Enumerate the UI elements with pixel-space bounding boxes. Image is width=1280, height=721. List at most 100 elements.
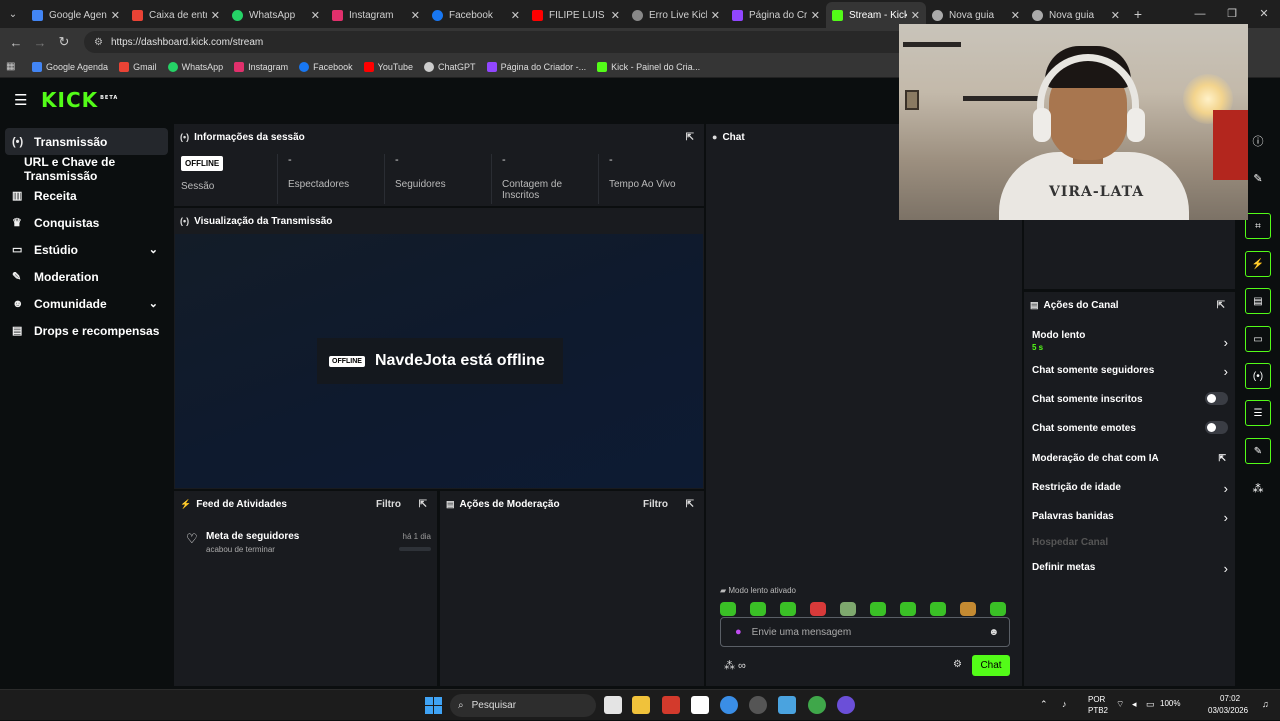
forward-icon[interactable]: → [28, 35, 52, 50]
emote-icon[interactable] [750, 602, 766, 616]
info-icon[interactable]: ⓘ [1245, 131, 1271, 151]
app-icon[interactable] [662, 696, 680, 714]
hamburger-menu-icon[interactable]: ☰ [14, 91, 30, 109]
assistant-icon[interactable] [837, 696, 855, 714]
sidebar-item-comunidade[interactable]: ☻ Comunidade ⌄ [0, 290, 170, 317]
moderation-button[interactable]: ☰ [1245, 400, 1271, 426]
chevron-up-icon[interactable]: ⌃ [1040, 699, 1048, 710]
broadcast-button[interactable]: (•) [1245, 363, 1271, 389]
bookmark-google-agenda[interactable]: Google Agenda [32, 61, 108, 72]
chrome-profile-icon[interactable] [808, 696, 826, 714]
banned-words-row[interactable]: Palavras banidas › [1032, 510, 1228, 525]
close-tab-icon[interactable]: ✕ [811, 9, 820, 22]
tab-search-menu-icon[interactable]: ⌄ [0, 0, 26, 28]
document-button[interactable]: ▤ [1245, 288, 1271, 314]
chat-message-input[interactable]: ● Envie uma mensagem ☻ [720, 617, 1010, 647]
gear-icon[interactable]: ⚙ [953, 659, 962, 670]
notion-icon[interactable] [691, 696, 709, 714]
close-tab-icon[interactable]: ✕ [511, 9, 520, 22]
sidebar-item-url-chave[interactable]: URL e Chave de Transmissão [0, 155, 170, 183]
sidebar-item-moderation[interactable]: ✎ Moderation [0, 263, 170, 290]
back-icon[interactable]: ← [4, 35, 28, 50]
tab-erro-live-kick[interactable]: Erro Live Kick ✕ [626, 2, 726, 28]
new-tab-button[interactable]: + [1126, 6, 1150, 22]
bookmark-youtube[interactable]: YouTube [363, 61, 413, 72]
close-tab-icon[interactable]: ✕ [1011, 9, 1020, 22]
emote-icon[interactable] [840, 602, 856, 616]
bookmark-kick-painel[interactable]: Kick - Painel do Cria... [597, 61, 700, 72]
kick-logo[interactable]: KICK BETA [41, 88, 118, 112]
kick-points-icon[interactable]: ⁂ ∞ [724, 659, 746, 672]
emote-icon[interactable] [780, 602, 796, 616]
obs-icon[interactable] [749, 696, 767, 714]
video-preview[interactable]: OFFLINE NavdeJota está offline [175, 234, 703, 488]
clip-button[interactable]: ⌗ [1245, 213, 1271, 239]
filter-button[interactable]: Filtro [643, 499, 668, 510]
send-chat-button[interactable]: Chat [972, 655, 1010, 676]
microphone-icon[interactable]: ● [735, 626, 742, 638]
popout-icon[interactable]: ⇱ [1217, 300, 1225, 311]
tab-caixa-entrada[interactable]: Caixa de entrada✕ [126, 2, 226, 28]
battery-icon[interactable]: ▭ [1146, 699, 1155, 710]
tab-youtube-video[interactable]: FILIPE LUÍS FO✕ [526, 2, 626, 28]
lightning-button[interactable]: ⚡ [1245, 251, 1271, 277]
site-info-icon[interactable]: ⚙ [94, 37, 103, 48]
filter-button[interactable]: Filtro [376, 499, 401, 510]
bookmark-chatgpt[interactable]: ChatGPT [424, 61, 476, 72]
close-tab-icon[interactable]: ✕ [911, 9, 920, 22]
emote-icon[interactable] [720, 602, 736, 616]
wifi-icon[interactable]: ⌔ [1116, 699, 1124, 710]
emote-icon[interactable] [900, 602, 916, 616]
followers-only-row[interactable]: Chat somente seguidores › [1032, 364, 1228, 379]
close-tab-icon[interactable]: ✕ [111, 9, 120, 22]
emotes-only-toggle[interactable] [1205, 421, 1228, 434]
reload-icon[interactable]: ↻ [52, 34, 76, 50]
language-indicator[interactable]: POR [1088, 695, 1105, 704]
close-tab-icon[interactable]: ✕ [311, 9, 320, 22]
wrench-button[interactable]: ✎ [1245, 438, 1271, 464]
close-window-icon[interactable]: ✕ [1248, 0, 1280, 28]
bookmark-whatsapp[interactable]: WhatsApp [167, 61, 223, 72]
community-icon[interactable]: ⁂ [1245, 478, 1271, 498]
tab-facebook[interactable]: Facebook ✕ [426, 2, 526, 28]
task-view-icon[interactable] [604, 696, 622, 714]
file-explorer-icon[interactable] [632, 696, 650, 714]
emote-icon[interactable] [810, 602, 826, 616]
set-goals-row[interactable]: Definir metas › [1032, 561, 1228, 576]
photos-icon[interactable] [778, 696, 796, 714]
popout-icon[interactable]: ⇱ [419, 499, 427, 510]
pencil-icon[interactable]: ✎ [1245, 168, 1271, 188]
volume-icon[interactable]: ◂ [1132, 699, 1137, 710]
age-restriction-row[interactable]: Restrição de idade › [1032, 481, 1228, 496]
clock-time[interactable]: 07:02 [1220, 694, 1240, 703]
slow-mode-row[interactable]: Modo lento 5 s › [1032, 330, 1228, 352]
close-tab-icon[interactable]: ✕ [411, 9, 420, 22]
bookmark-instagram[interactable]: Instagram [234, 61, 288, 72]
emote-icon[interactable] [960, 602, 976, 616]
popout-icon[interactable]: ⇱ [686, 132, 694, 143]
close-tab-icon[interactable]: ✕ [711, 9, 720, 22]
bookmark-gmail[interactable]: Gmail [119, 61, 157, 72]
close-tab-icon[interactable]: ✕ [611, 9, 620, 22]
emote-icon[interactable] [930, 602, 946, 616]
chat-button[interactable]: ▭ [1245, 326, 1271, 352]
tab-whatsapp[interactable]: WhatsApp ✕ [226, 2, 326, 28]
sidebar-item-transmissao[interactable]: (•) Transmissão [5, 128, 168, 155]
sidebar-item-estudio[interactable]: ▭ Estúdio ⌄ [0, 236, 170, 263]
tab-instagram[interactable]: Instagram ✕ [326, 2, 426, 28]
sidebar-item-drops[interactable]: ▤ Drops e recompensas [0, 317, 170, 344]
bookmark-pagina-criador[interactable]: Página do Criador -... [486, 61, 586, 72]
sidebar-item-receita[interactable]: ▥ Receita [0, 182, 170, 209]
close-tab-icon[interactable]: ✕ [1111, 9, 1120, 22]
emote-icon[interactable] [870, 602, 886, 616]
chrome-icon[interactable] [720, 696, 738, 714]
tab-pagina-criador[interactable]: Página do Cria✕ [726, 2, 826, 28]
ai-moderation-row[interactable]: Moderação de chat com IA ⇱ [1032, 453, 1228, 464]
notification-bell-icon[interactable]: ♫ [1262, 699, 1269, 709]
emoji-icon[interactable]: ☻ [988, 627, 999, 638]
apps-grid-icon[interactable]: ▦ [6, 61, 20, 72]
tab-google-agenda[interactable]: Google Agenda✕ [26, 2, 126, 28]
close-tab-icon[interactable]: ✕ [211, 9, 220, 22]
subscribers-only-toggle[interactable] [1205, 392, 1228, 405]
windows-start-icon[interactable] [425, 697, 442, 714]
